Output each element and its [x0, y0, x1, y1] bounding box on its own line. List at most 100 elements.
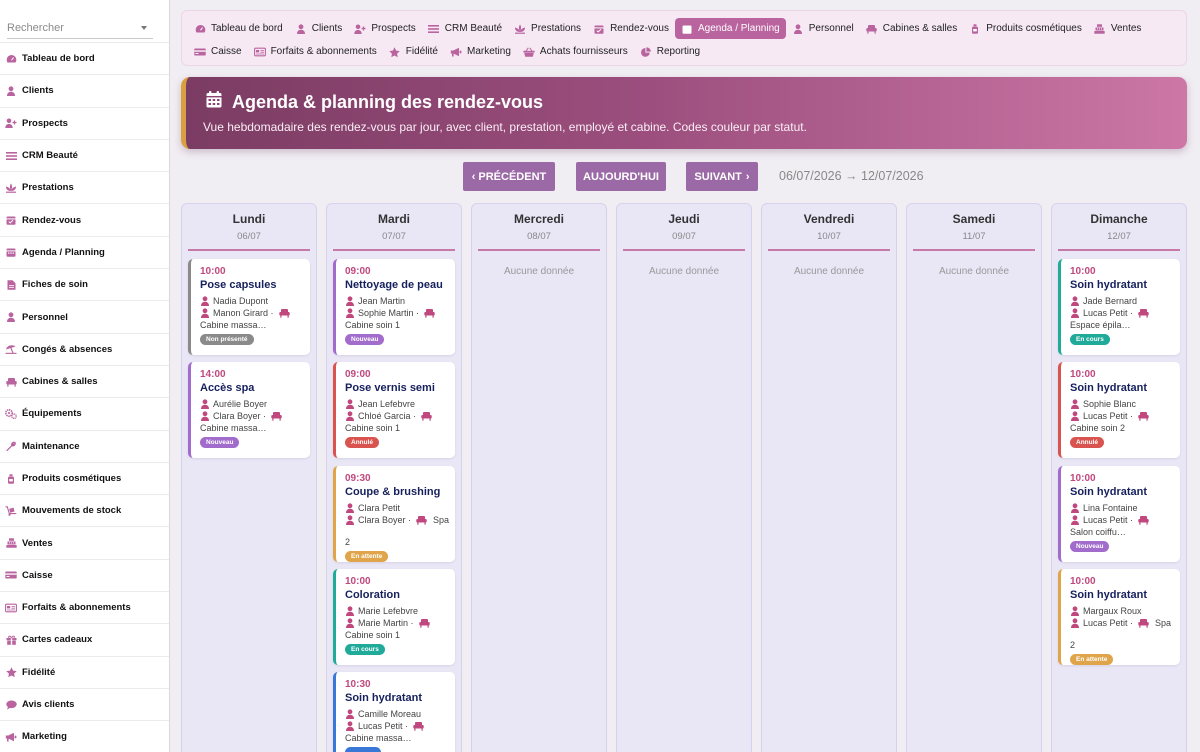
sidebar-item-8[interactable]: Personnel	[0, 300, 169, 332]
room-name: Spa	[1155, 618, 1172, 628]
top-nav-item-row1-1[interactable]: Clients	[289, 18, 349, 39]
couch-icon	[416, 515, 427, 525]
sidebar-item-1[interactable]: Clients	[0, 74, 169, 106]
appointment-card[interactable]: 10:00 Soin hydratant Lina Fontaine Lucas Pe…	[1058, 466, 1180, 562]
today-button[interactable]: AUJOURD'HUI	[576, 162, 666, 191]
top-nav-item-row1-10[interactable]: Ventes	[1088, 18, 1148, 39]
appointment-card[interactable]: 09:00 Pose vernis semi Jean Lefebvre Chloé …	[333, 362, 455, 458]
appointment-client: Camille Moreau	[345, 708, 457, 720]
top-nav-item-row1-7[interactable]: Personnel	[786, 18, 860, 39]
user-icon	[5, 312, 17, 323]
appointment-staff: Sophie Martin ·	[345, 307, 457, 319]
search-input[interactable]	[7, 22, 153, 39]
client-name: Margaux Roux	[1083, 606, 1142, 616]
couch-icon	[1138, 308, 1149, 318]
appointment-client: Nadia Dupont	[200, 295, 312, 307]
sidebar-item-16[interactable]: Caisse	[0, 558, 169, 591]
sidebar-item-0[interactable]: Tableau de bord	[0, 42, 169, 74]
top-nav-item-row1-8[interactable]: Cabines & salles	[860, 18, 963, 39]
day-name: Lundi	[232, 212, 266, 226]
sidebar-item-10[interactable]: Cabines & salles	[0, 364, 169, 397]
wrench-icon	[5, 441, 17, 452]
top-nav-item-row2-5[interactable]: Reporting	[634, 41, 706, 62]
sidebar-item-label: Personnel	[22, 311, 68, 323]
top-nav-item-row1-6[interactable]: Agenda / Planning	[674, 18, 786, 39]
appointment-room: Salon coiffu…	[1070, 527, 1126, 537]
chevron-left-icon: ‹	[471, 170, 476, 183]
day-divider	[768, 249, 890, 251]
appointment-room: 2	[345, 537, 351, 547]
appointment-staff: Lucas Petit ·	[1070, 307, 1182, 319]
couch-icon	[278, 308, 290, 318]
next-week-button[interactable]: SUIVANT ›	[686, 162, 758, 191]
top-nav-item-row1-4[interactable]: Prestations	[508, 18, 587, 39]
top-nav-item-row2-0[interactable]: Caisse	[188, 41, 248, 62]
appointment-time: 10:00	[200, 266, 226, 277]
star-icon	[5, 667, 17, 678]
bottle-icon	[5, 473, 17, 484]
user-icon	[345, 618, 354, 628]
sidebar-item-15[interactable]: Ventes	[0, 526, 169, 558]
sidebar-item-2[interactable]: Prospects	[0, 106, 169, 139]
top-nav-item-row1-5[interactable]: Rendez-vous	[587, 18, 675, 39]
sidebar-item-7[interactable]: Fiches de soin	[0, 268, 169, 300]
user-icon	[1070, 296, 1079, 306]
top-nav-item-row2-1[interactable]: Forfaits & abonnements	[248, 41, 383, 62]
sidebar-item-9[interactable]: Congés & absences	[0, 332, 169, 365]
staff-name: Lucas Petit ·	[1083, 515, 1134, 525]
calendar-check-icon	[593, 23, 605, 34]
user-icon	[1070, 515, 1079, 525]
appointment-room: Cabine massa…	[200, 423, 267, 433]
top-nav-item-row1-0[interactable]: Tableau de bord	[188, 18, 289, 39]
appointment-time: 10:00	[345, 576, 371, 587]
user-icon	[295, 23, 307, 34]
sidebar-item-3[interactable]: CRM Beauté	[0, 138, 169, 171]
sidebar-item-17[interactable]: Forfaits & abonnements	[0, 591, 169, 623]
basket-icon	[523, 46, 535, 57]
appointment-card[interactable]: 10:00 Soin hydratant Jade Bernard Lucas Pet…	[1058, 259, 1180, 355]
sidebar-item-14[interactable]: Mouvements de stock	[0, 494, 169, 526]
appointment-time: 14:00	[200, 369, 226, 380]
page-title-wrap: Agenda & planning des rendez-vous	[206, 91, 543, 113]
couch-icon	[271, 411, 282, 421]
couch-icon	[418, 618, 430, 628]
sidebar-item-6[interactable]: Agenda / Planning	[0, 235, 169, 268]
sidebar-menu: Tableau de bord Clients Prospects CRM Beaut…	[0, 42, 169, 752]
top-nav-item-row1-2[interactable]: Prospects	[348, 18, 421, 39]
staff-name: Clara Boyer ·	[213, 411, 267, 421]
appointment-card[interactable]: 09:30 Coupe & brushing Clara Petit Clara Bo…	[333, 466, 455, 562]
sidebar-item-18[interactable]: Cartes cadeaux	[0, 623, 169, 655]
day-divider	[188, 249, 310, 251]
top-nav-item-row1-3[interactable]: CRM Beauté	[422, 18, 508, 39]
top-nav-item-row2-2[interactable]: Fidélité	[383, 41, 444, 62]
sidebar-item-21[interactable]: Marketing	[0, 720, 169, 752]
sidebar-item-13[interactable]: Produits cosmétiques	[0, 461, 169, 494]
user-icon	[200, 296, 209, 306]
sidebar-item-19[interactable]: Fidélité	[0, 655, 169, 688]
top-nav-label: Cabines & salles	[882, 23, 958, 34]
appointment-card[interactable]: 09:00 Nettoyage de peau Jean Martin Sophie …	[333, 259, 455, 355]
sidebar-item-20[interactable]: Avis clients	[0, 687, 169, 720]
sidebar-item-4[interactable]: Prestations	[0, 171, 169, 203]
sidebar: Tableau de bord Clients Prospects CRM Beaut…	[0, 0, 170, 752]
status-badge: Nouveau	[200, 437, 240, 448]
top-nav-item-row2-4[interactable]: Achats fournisseurs	[517, 41, 634, 62]
appointment-card[interactable]: 10:00 Pose capsules Nadia Dupont Manon Gira…	[188, 259, 310, 355]
appointment-card[interactable]: 10:00 Soin hydratant Margaux Roux Lucas Pet…	[1058, 569, 1180, 665]
appointment-card[interactable]: 14:00 Accès spa Aurélie Boyer Clara Boyer ·…	[188, 362, 310, 458]
user-icon	[1070, 606, 1079, 616]
previous-week-button[interactable]: ‹ PRÉCÉDENT	[463, 162, 555, 191]
umbrella-beach-icon	[5, 344, 17, 355]
top-nav-item-row2-3[interactable]: Marketing	[444, 41, 517, 62]
top-nav-item-row1-9[interactable]: Produits cosmétiques	[963, 18, 1088, 39]
appointment-room: Cabine soin 1	[345, 320, 401, 330]
sidebar-item-11[interactable]: Équipements	[0, 397, 169, 429]
chevron-down-icon[interactable]	[141, 26, 147, 30]
appointment-card[interactable]: 10:30 Soin hydratant Camille Moreau Lucas P…	[333, 672, 455, 752]
appointment-card[interactable]: 10:00 Soin hydratant Sophie Blanc Lucas Pet…	[1058, 362, 1180, 458]
sidebar-item-5[interactable]: Rendez-vous	[0, 203, 169, 235]
appointment-card[interactable]: 10:00 Coloration Marie Lefebvre Marie Marti…	[333, 569, 455, 665]
sidebar-item-12[interactable]: Maintenance	[0, 429, 169, 462]
appointment-room: 2	[1070, 640, 1076, 650]
client-name: Clara Petit	[358, 503, 401, 513]
